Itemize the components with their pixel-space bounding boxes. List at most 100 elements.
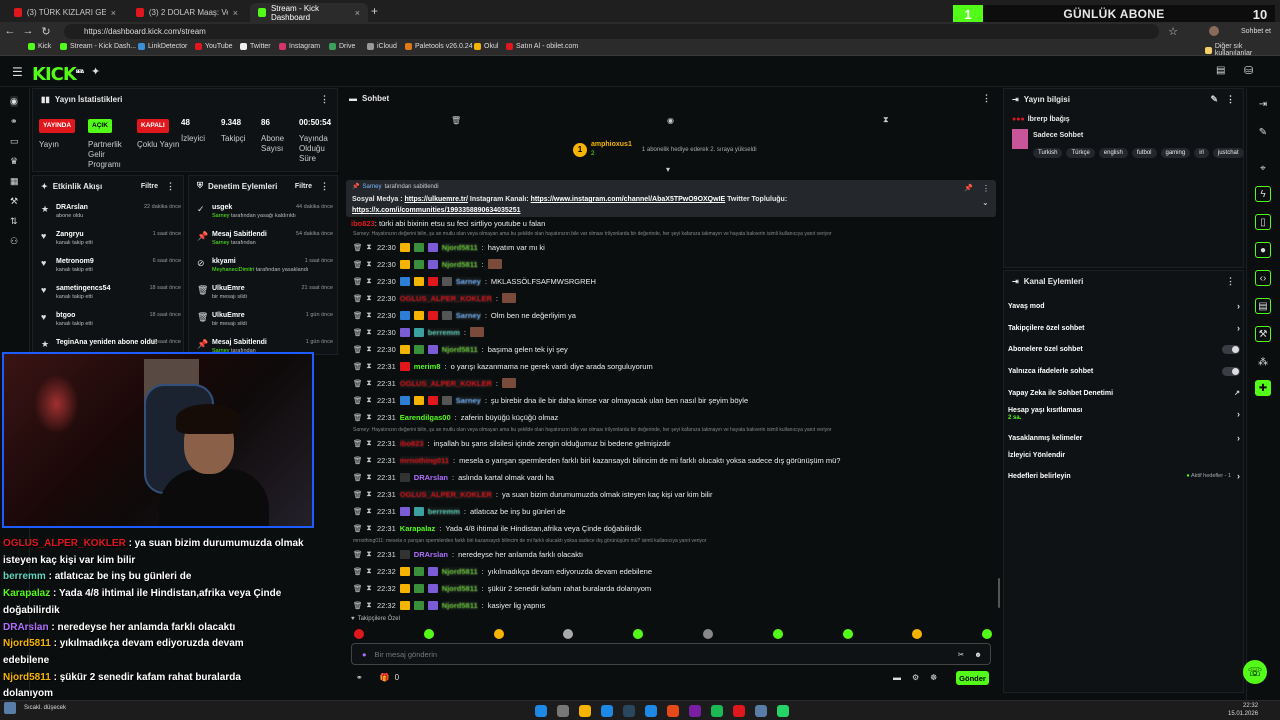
moderation-item[interactable]: ✓ usgek Sarney tarafından yasağı kaldırıld… [197, 204, 333, 219]
trash-icon[interactable]: 🗑 [353, 413, 363, 422]
chat-profile-button[interactable]: Sohbet et [1241, 28, 1271, 35]
tag-chip[interactable]: Turkish [1033, 148, 1063, 158]
code-icon[interactable]: ‹› [1255, 270, 1271, 286]
chat-scrollbar[interactable] [998, 578, 1000, 608]
hourglass-icon[interactable]: ⧗ [365, 378, 373, 388]
browser-tab-active[interactable]: Stream - Kick Dashboard × [250, 3, 368, 22]
trash-icon[interactable]: 🗑 [353, 439, 363, 448]
whatsapp-icon[interactable] [777, 705, 789, 717]
chat-user[interactable]: berremm [427, 327, 460, 337]
hourglass-icon[interactable]: ⧗ [365, 600, 373, 610]
chevron-down-icon[interactable]: ⌄ [982, 198, 989, 207]
tag-chip[interactable]: english [1098, 148, 1128, 158]
chevron-right-icon[interactable]: › [1237, 409, 1240, 419]
moderation-item[interactable]: ⊘ kkyami MeyhaneciDimitri tarafından yasak… [197, 258, 333, 273]
channel-action-row[interactable]: İzleyici Yönlendir [1008, 452, 1240, 459]
trash-icon[interactable]: 🗑 [353, 601, 363, 610]
edit-icon[interactable]: ✎ [1210, 94, 1218, 105]
trash-icon[interactable]: 🗑 [353, 490, 363, 499]
hourglass-icon[interactable]: ⧗ [365, 549, 373, 559]
trash-icon[interactable]: 🗑 [353, 243, 363, 252]
hourglass-icon[interactable]: ⧗ [365, 310, 373, 320]
hourglass-icon[interactable]: ⧗ [365, 293, 373, 303]
bookmark-item[interactable]: Satın Al - obilet.com [506, 43, 578, 50]
trash-icon[interactable]: 🗑 [353, 260, 363, 269]
chat-user[interactable]: Karapalaz [400, 524, 435, 533]
exit-icon[interactable]: ⇥ [1255, 96, 1271, 112]
hourglass-icon[interactable]: ⧗ [365, 506, 373, 516]
send-button[interactable]: Gönder [956, 671, 989, 685]
quick-emote-icon[interactable] [493, 629, 504, 639]
trash-icon[interactable]: 🗑 [353, 524, 363, 533]
moderation-item[interactable]: 🗑 UlkuEmre bir mesajı sildi 21 saat önce [197, 285, 333, 300]
channel-action-row[interactable]: Hedefleri belirleyin ● Aktif hedefler - 1… [1008, 471, 1240, 481]
hourglass-icon[interactable]: ⧗ [365, 259, 373, 269]
bookmark-item[interactable]: LinkDetector [138, 43, 187, 50]
trash-icon[interactable]: 🗑 [451, 116, 461, 125]
other-bookmarks[interactable]: Diğer sık kullanılanlar [1205, 43, 1280, 57]
chat-user[interactable]: mrnothing011 [399, 455, 449, 465]
trophy-icon[interactable]: ♛ [10, 156, 18, 167]
activity-item[interactable]: ★ DRArslan abone oldu 22 dakika önce [41, 204, 181, 219]
share-icon[interactable]: ⁂ [1255, 354, 1271, 370]
broadcast-icon[interactable]: ◉ [10, 96, 18, 107]
browser-tab-2[interactable]: (3) 2 DOLAR Maaş: Venezuela'da İ... × [128, 3, 246, 22]
star-icon[interactable]: ☆ [1165, 25, 1181, 38]
chat-bubble-icon[interactable]: ● [1255, 242, 1271, 258]
hourglass-icon[interactable]: ⧗ [365, 489, 373, 499]
trash-icon[interactable]: 🗑 [353, 379, 363, 388]
tag-chip[interactable]: futbol [1131, 148, 1157, 158]
reload-icon[interactable]: ↻ [38, 25, 54, 38]
close-icon[interactable]: × [233, 8, 238, 18]
chat-user[interactable]: DRArslan [414, 473, 448, 482]
chat-message[interactable]: 🗑 ⧗ 22:30 Sarney: MKLASSÖLFSAFMWSRGREH [353, 273, 596, 289]
channel-action-row[interactable]: Yapay Zeka ile Sohbet Denetimi ↗ [1008, 389, 1240, 398]
bookmark-item[interactable]: Twitter [240, 43, 271, 50]
app-icon[interactable] [755, 705, 767, 717]
chat-message[interactable]: 🗑 ⧗ 22:31 DRArslan: aslında kartal olmak var… [353, 469, 554, 485]
chat-message[interactable]: 🗑 ⧗ 22:30 Njord5811: [353, 256, 506, 272]
chat-user[interactable]: OGLUS_ALPER_KOKLER [399, 378, 492, 388]
chevron-right-icon[interactable]: › [1237, 433, 1240, 443]
chat-message[interactable]: 🗑 ⧗ 22:31 Sarney: şu birebir dna ile bir dah… [353, 392, 748, 408]
quick-emote-icon[interactable] [842, 629, 853, 639]
chat-user[interactable]: DRArslan [414, 550, 448, 559]
kick-logo[interactable]: KICKBETA [32, 64, 84, 85]
bubble-icon[interactable]: ◉ [667, 116, 674, 125]
toggle-switch[interactable] [1222, 367, 1240, 376]
chat-user[interactable]: Njord5811 [441, 259, 478, 269]
chat-message[interactable]: 🗑 ⧗ 22:31 merim8: o yarışı kazanmama ne gere… [353, 358, 653, 374]
chevron-right-icon[interactable]: › [1237, 323, 1240, 333]
wrench-icon[interactable]: ⚒ [1255, 326, 1271, 342]
grid-icon[interactable]: ▦ [10, 176, 19, 187]
hourglass-icon[interactable]: ⧗ [883, 115, 889, 125]
spotify-icon[interactable] [711, 705, 723, 717]
bookmark-item[interactable]: YouTube [195, 43, 233, 50]
hourglass-icon[interactable]: ⧗ [365, 566, 373, 576]
chat-user[interactable]: Njord5811 [441, 600, 478, 610]
moderation-item[interactable]: 🗑 UlkuEmre bir mesajı sildi 1 gün önce [197, 312, 333, 327]
close-icon[interactable]: × [355, 8, 360, 18]
bookmark-item[interactable]: Kick [28, 43, 51, 50]
pinned-link[interactable]: https://www.instagram.com/channel/AbaX5T… [531, 196, 726, 203]
chat-message[interactable]: 🗑 ⧗ 22:30 berremm: [353, 324, 488, 340]
tag-chip[interactable]: gaming [1160, 148, 1191, 158]
chat-user[interactable]: Njord5811 [441, 344, 478, 354]
quick-emote-icon[interactable] [772, 629, 783, 639]
pinned-link[interactable]: https://x.com/i/communities/199335889063… [352, 207, 520, 214]
bookmark-item[interactable]: Drive [329, 43, 355, 50]
channel-action-row[interactable]: Yasaklanmış kelimeler › [1008, 433, 1240, 443]
chat-user[interactable]: berremm [427, 506, 460, 516]
unpin-icon[interactable]: 📌 [964, 184, 973, 192]
hourglass-icon[interactable]: ⧗ [365, 472, 373, 482]
link-icon[interactable]: ⚭ [356, 673, 363, 682]
activity-item[interactable]: ♥ btgoo kanalı takip etti 18 saat önce [41, 312, 181, 327]
chat-message[interactable]: 🗑 ⧗ 22:30 Sarney: Olm ben ne değerliyim ya [353, 307, 576, 323]
more-icon[interactable]: ⋮ [320, 94, 329, 105]
collapse-icon[interactable]: ▾ [666, 165, 670, 174]
more-icon[interactable]: ⋮ [166, 181, 175, 192]
chat-user[interactable]: Njord5811 [441, 583, 478, 593]
tools-icon[interactable]: ⚒ [10, 196, 18, 207]
edit-icon[interactable]: ✎ [1255, 124, 1271, 140]
windows-start-icon[interactable] [535, 705, 547, 717]
